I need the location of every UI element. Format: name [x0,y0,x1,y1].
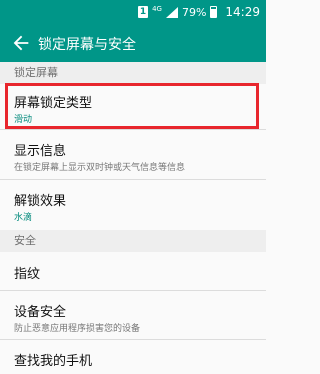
list-item-device-security[interactable]: 设备安全 防止恶意应用程序损害您的设备 [0,291,266,339]
item-title: 指纹 [14,267,41,282]
item-subtitle: 防止恶意应用程序损害您的设备 [14,324,141,334]
network-type: 4G [152,5,162,13]
page-title: 锁定屏幕与安全 [38,37,136,53]
list-item-find-my-phone[interactable]: 查找我的手机 [0,340,266,374]
highlight-box [5,83,259,129]
item-title: 查找我的手机 [14,354,93,369]
section-header-security: 安全 [0,230,266,252]
status-bar: 1 4G 79% 14:29 [0,0,266,24]
signal-icon [165,6,178,18]
arrow-left-icon[interactable] [10,32,32,54]
section-header-lock-screen: 锁定屏幕 [0,62,266,84]
list-item-unlock-effect[interactable]: 解锁效果 水滴 [0,180,266,230]
list-item-fingerprint[interactable]: 指纹 [0,252,266,290]
item-title: 设备安全 [14,305,67,320]
clock: 14:29 [225,5,260,19]
battery-percent: 79% [181,5,207,19]
action-bar: 锁定屏幕与安全 [0,24,266,62]
item-subtitle: 在锁定屏幕上显示双时钟或天气信息等信息 [14,163,186,173]
item-title: 显示信息 [14,144,67,159]
sim-badge: 1 [138,6,149,18]
list-item-show-info[interactable]: 显示信息 在锁定屏幕上显示双时钟或天气信息等信息 [0,130,266,179]
item-subtitle: 水滴 [14,213,33,223]
battery-icon [210,6,218,18]
item-title: 解锁效果 [14,194,67,209]
